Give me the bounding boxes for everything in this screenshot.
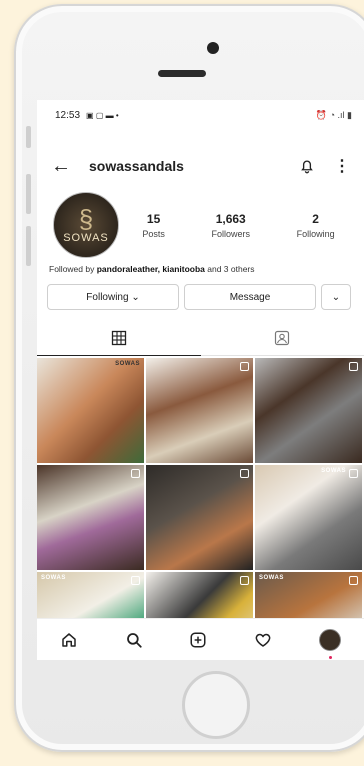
- profile-username: sowassandals: [89, 158, 184, 174]
- stat-value: 1,663: [215, 211, 246, 226]
- multiple-posts-icon: [349, 469, 358, 478]
- tagged-icon: [275, 330, 290, 345]
- post-brand-tag: SOWAS: [115, 361, 140, 367]
- profile-tabs: [37, 320, 364, 356]
- avatar-brand-text: SOWAS: [63, 232, 109, 244]
- back-arrow-icon[interactable]: ←: [51, 155, 81, 178]
- followed-suffix: and 3 others: [204, 264, 255, 274]
- followed-names: pandoraleather, kianitooba: [96, 264, 205, 274]
- volume-up-button: [26, 174, 31, 214]
- tab-grid[interactable]: [37, 320, 201, 356]
- stat-value: 2: [312, 211, 319, 226]
- heart-icon[interactable]: [254, 631, 272, 649]
- post-thumbnail[interactable]: SOWAS: [37, 358, 144, 463]
- multiple-posts-icon: [240, 362, 249, 371]
- bell-icon[interactable]: [298, 157, 316, 175]
- multiple-posts-icon: [349, 362, 358, 371]
- profile-stats: 15 Posts 1,663 Followers 2 Following: [119, 212, 364, 239]
- tab-tagged[interactable]: [201, 320, 364, 355]
- mute-switch: [26, 126, 31, 148]
- status-notification-icons: ▣ ▢ ▬ •: [86, 110, 119, 120]
- stat-label: Followers: [211, 228, 250, 239]
- post-brand-tag: SOWAS: [259, 575, 284, 581]
- profile-header: ← sowassandals ⋮: [37, 144, 364, 188]
- multiple-posts-icon: [240, 469, 249, 478]
- stat-posts[interactable]: 15 Posts: [142, 212, 165, 239]
- earpiece-speaker: [158, 70, 206, 77]
- status-time: 12:53: [55, 109, 81, 121]
- bottom-navigation: [37, 618, 364, 660]
- search-icon[interactable]: [125, 631, 143, 649]
- front-camera: [207, 42, 219, 54]
- more-options-icon[interactable]: ⋮: [334, 156, 350, 176]
- post-thumbnail[interactable]: [146, 465, 253, 570]
- volume-down-button: [26, 226, 31, 266]
- multiple-posts-icon: [240, 576, 249, 585]
- profile-actions: Following ⌄ Message ⌄: [37, 278, 364, 310]
- profile-avatar[interactable]: [318, 628, 341, 659]
- post-thumbnail[interactable]: [37, 465, 144, 570]
- stat-label: Following: [296, 228, 335, 239]
- post-thumbnail[interactable]: [146, 358, 253, 463]
- post-brand-tag: SOWAS: [41, 575, 66, 581]
- multiple-posts-icon: [131, 469, 140, 478]
- stat-value: 15: [146, 211, 161, 226]
- following-button[interactable]: Following ⌄: [47, 284, 179, 310]
- profile-summary: § SOWAS 15 Posts 1,663 Followers 2 Follo…: [37, 188, 364, 260]
- status-bar: 12:53 ▣ ▢ ▬ • ⏰ ◔ .ıl ▮: [37, 100, 364, 130]
- grid-icon: [111, 330, 126, 345]
- stat-label: Posts: [142, 228, 165, 239]
- stat-followers[interactable]: 1,663 Followers: [211, 212, 250, 239]
- followed-by-text[interactable]: Followed by pandoraleather, kianitooba a…: [37, 260, 364, 278]
- status-system-icons: ⏰ ◔ .ıl ▮: [315, 109, 352, 120]
- stat-following[interactable]: 2 Following: [297, 212, 335, 239]
- home-button[interactable]: [182, 671, 250, 739]
- post-thumbnail[interactable]: SOWAS: [255, 465, 362, 570]
- multiple-posts-icon: [349, 576, 358, 585]
- suggested-accounts-button[interactable]: ⌄: [321, 284, 351, 310]
- post-brand-tag: SOWAS: [321, 468, 346, 474]
- logo-mark-icon: §: [78, 204, 94, 234]
- message-button[interactable]: Message: [184, 284, 316, 310]
- posts-grid: SOWAS SOWAS SOWAS SOWAS: [37, 358, 364, 660]
- app-screen: 12:53 ▣ ▢ ▬ • ⏰ ◔ .ıl ▮ ← sowassandals ⋮…: [37, 100, 364, 660]
- followed-prefix: Followed by: [49, 264, 97, 274]
- home-icon[interactable]: [60, 631, 78, 649]
- add-post-icon[interactable]: [189, 631, 207, 649]
- avatar[interactable]: § SOWAS: [53, 192, 119, 258]
- multiple-posts-icon: [131, 576, 140, 585]
- post-thumbnail[interactable]: [255, 358, 362, 463]
